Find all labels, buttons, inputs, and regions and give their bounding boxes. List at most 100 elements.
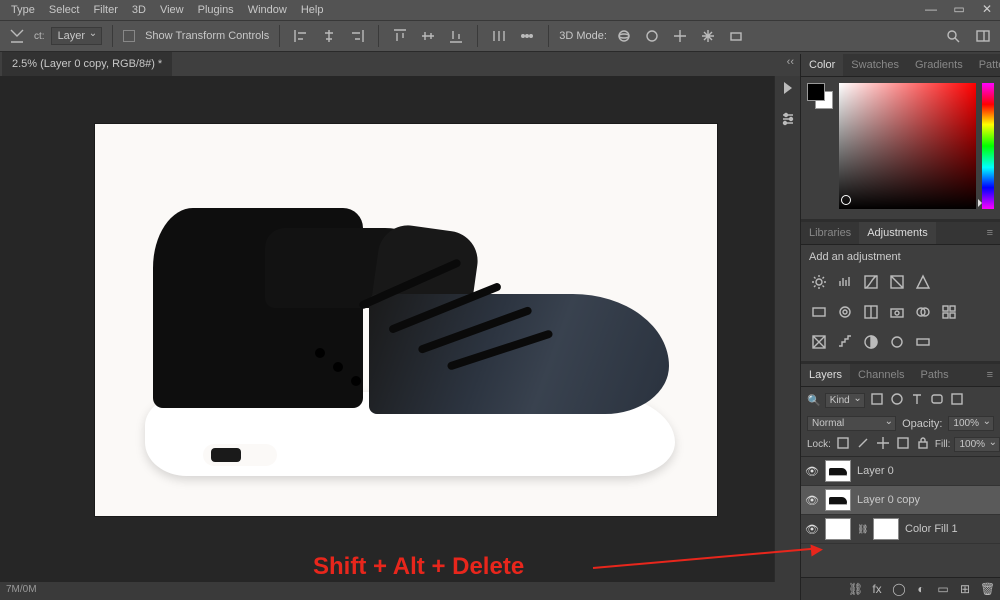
layer-name[interactable]: Color Fill 1	[905, 523, 958, 535]
visibility-toggle-icon[interactable]: 👁	[805, 523, 819, 536]
adj-threshold-icon[interactable]	[861, 333, 881, 351]
filter-adjust-icon[interactable]	[889, 391, 905, 410]
new-layer-icon[interactable]: ⊞	[958, 582, 972, 596]
layer-mask-thumbnail[interactable]	[873, 518, 899, 540]
document-tab[interactable]: 2.5% (Layer 0 copy, RGB/8#) *	[2, 52, 172, 76]
new-group-icon[interactable]: ▭	[936, 582, 950, 596]
menu-view[interactable]: View	[153, 4, 191, 16]
tab-gradients[interactable]: Gradients	[907, 54, 971, 76]
close-button[interactable]: ✕	[980, 2, 994, 16]
align-bottom-icon[interactable]	[445, 25, 467, 47]
color-field[interactable]	[839, 83, 976, 209]
tab-color[interactable]: Color	[801, 54, 843, 76]
adj-levels-icon[interactable]	[835, 273, 855, 291]
fill-value[interactable]: 100%	[954, 437, 1000, 452]
workspace-switcher-icon[interactable]	[972, 25, 994, 47]
adj-bw-icon[interactable]	[861, 303, 881, 321]
menu-plugins[interactable]: Plugins	[191, 4, 241, 16]
link-icon[interactable]: ⛓	[857, 524, 867, 535]
filter-shape-icon[interactable]	[929, 391, 945, 410]
tab-channels[interactable]: Channels	[850, 364, 912, 386]
collapse-panels-icon[interactable]: ‹‹	[787, 56, 794, 68]
align-center-h-icon[interactable]	[318, 25, 340, 47]
menu-filter[interactable]: Filter	[86, 4, 124, 16]
tab-patterns[interactable]: Patterns	[971, 54, 1000, 76]
adj-curves-icon[interactable]	[861, 273, 881, 291]
layer-item[interactable]: 👁 Layer 0 copy	[801, 486, 1000, 515]
blend-mode-select[interactable]: Normal	[807, 416, 896, 431]
adj-colorbalance-icon[interactable]	[835, 303, 855, 321]
adj-channelmixer-icon[interactable]	[913, 303, 933, 321]
more-align-icon[interactable]	[516, 25, 538, 47]
adj-selectivecolor-icon[interactable]	[887, 333, 907, 351]
fg-bg-swatch[interactable]	[807, 83, 833, 109]
tab-adjustments[interactable]: Adjustments	[859, 222, 936, 244]
tab-libraries[interactable]: Libraries	[801, 222, 859, 244]
layer-name[interactable]: Layer 0 copy	[857, 494, 920, 506]
3d-slide-icon[interactable]	[697, 25, 719, 47]
delete-layer-icon[interactable]: 🗑	[980, 582, 994, 596]
adj-brightness-icon[interactable]	[809, 273, 829, 291]
add-mask-icon[interactable]: ◯	[892, 582, 906, 596]
adj-gradientmap-icon[interactable]	[913, 333, 933, 351]
maximize-button[interactable]: ▭	[952, 2, 966, 16]
align-top-icon[interactable]	[389, 25, 411, 47]
tab-paths[interactable]: Paths	[913, 364, 957, 386]
align-middle-v-icon[interactable]	[417, 25, 439, 47]
menu-3d[interactable]: 3D	[125, 4, 153, 16]
adjust-sliders-icon[interactable]	[777, 108, 799, 130]
lock-artboard-icon[interactable]	[895, 435, 911, 454]
adj-vibrance-icon[interactable]	[913, 273, 933, 291]
layer-name[interactable]: Layer 0	[857, 465, 894, 477]
new-fill-adj-icon[interactable]: ◐	[914, 582, 928, 596]
layer-thumbnail[interactable]	[825, 518, 851, 540]
layer-thumbnail[interactable]	[825, 460, 851, 482]
3d-rotate-icon[interactable]	[641, 25, 663, 47]
adj-colorlookup-icon[interactable]	[939, 303, 959, 321]
adj-exposure-icon[interactable]	[887, 273, 907, 291]
align-right-icon[interactable]	[346, 25, 368, 47]
lock-all-icon[interactable]	[915, 435, 931, 454]
layer-fx-icon[interactable]: fx	[870, 582, 884, 596]
menu-help[interactable]: Help	[294, 4, 331, 16]
tab-layers[interactable]: Layers	[801, 364, 850, 386]
menu-select[interactable]: Select	[42, 4, 87, 16]
layer-item[interactable]: 👁 ⛓ Color Fill 1	[801, 515, 1000, 544]
adj-photofilter-icon[interactable]	[887, 303, 907, 321]
adjustments-panel-menu-icon[interactable]: ≡	[981, 222, 1000, 244]
show-transform-checkbox[interactable]	[123, 30, 135, 42]
opacity-value[interactable]: 100%	[948, 416, 994, 431]
adj-hue-icon[interactable]	[809, 303, 829, 321]
layer-target-select[interactable]: Layer	[51, 27, 103, 45]
adj-posterize-icon[interactable]	[835, 333, 855, 351]
visibility-toggle-icon[interactable]: 👁	[805, 494, 819, 507]
layers-panel-menu-icon[interactable]: ≡	[981, 364, 1000, 386]
canvas-area[interactable]	[0, 76, 800, 600]
lock-transparency-icon[interactable]	[835, 435, 851, 454]
lock-position-icon[interactable]	[875, 435, 891, 454]
document-canvas[interactable]	[95, 124, 717, 516]
tab-swatches[interactable]: Swatches	[843, 54, 907, 76]
3d-scale-icon[interactable]	[725, 25, 747, 47]
menu-window[interactable]: Window	[241, 4, 294, 16]
visibility-toggle-icon[interactable]: 👁	[805, 465, 819, 478]
align-left-icon[interactable]	[290, 25, 312, 47]
filter-smart-icon[interactable]	[949, 391, 965, 410]
filter-pixel-icon[interactable]	[869, 391, 885, 410]
link-layers-icon[interactable]: ⛓	[848, 582, 862, 596]
search-icon[interactable]	[942, 25, 964, 47]
adj-invert-icon[interactable]	[809, 333, 829, 351]
filter-kind-select[interactable]: Kind	[825, 393, 865, 408]
filter-type-icon[interactable]	[909, 391, 925, 410]
3d-pan-icon[interactable]	[669, 25, 691, 47]
layer-thumbnail[interactable]	[825, 489, 851, 511]
3d-orbit-icon[interactable]	[613, 25, 635, 47]
layer-item[interactable]: 👁 Layer 0	[801, 457, 1000, 486]
menu-type[interactable]: Type	[4, 4, 42, 16]
minimize-button[interactable]: —	[924, 2, 938, 16]
play-action-icon[interactable]	[784, 82, 792, 94]
distribute-h-icon[interactable]	[488, 25, 510, 47]
lock-paint-icon[interactable]	[855, 435, 871, 454]
hue-slider[interactable]	[982, 83, 994, 209]
tool-preset-icon[interactable]	[6, 25, 28, 47]
